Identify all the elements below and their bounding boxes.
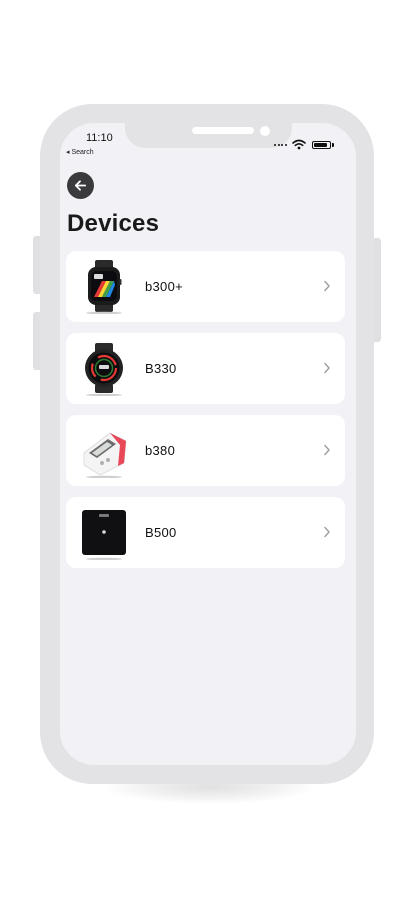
battery-icon <box>312 141 331 149</box>
status-time: 11:10 <box>86 132 113 144</box>
back-button[interactable] <box>67 172 94 199</box>
device-name: b380 <box>145 443 176 458</box>
cellular-signal-icon <box>274 144 287 146</box>
device-item-b380[interactable]: b380 <box>66 415 345 486</box>
device-mockup: 11:10 ◂ Search Devices b300+ B330 b380 B… <box>0 0 415 900</box>
battery-cap <box>332 143 334 147</box>
chevron-right-icon <box>324 280 330 292</box>
device-list: b300+ B330 b380 B500 <box>66 251 345 579</box>
device-item-b330[interactable]: B330 <box>66 333 345 404</box>
device-name: b300+ <box>145 279 184 294</box>
chevron-right-icon <box>324 362 330 374</box>
smart-scale-icon <box>80 505 128 560</box>
front-camera <box>260 126 270 136</box>
device-name: B330 <box>145 361 177 376</box>
page-title: Devices <box>67 210 160 237</box>
smartwatch-round-icon <box>80 341 128 396</box>
arrow-left-icon <box>74 180 87 191</box>
blood-pressure-monitor-icon <box>80 423 128 478</box>
smartwatch-square-icon <box>80 259 128 314</box>
device-item-b500[interactable]: B500 <box>66 497 345 568</box>
wifi-icon <box>292 139 306 150</box>
speaker <box>192 127 254 134</box>
status-icons <box>274 139 336 151</box>
chevron-right-icon <box>324 444 330 456</box>
device-item-b300plus[interactable]: b300+ <box>66 251 345 322</box>
device-name: B500 <box>145 525 177 540</box>
back-to-app-link[interactable]: ◂ Search <box>66 148 94 156</box>
chevron-right-icon <box>324 526 330 538</box>
